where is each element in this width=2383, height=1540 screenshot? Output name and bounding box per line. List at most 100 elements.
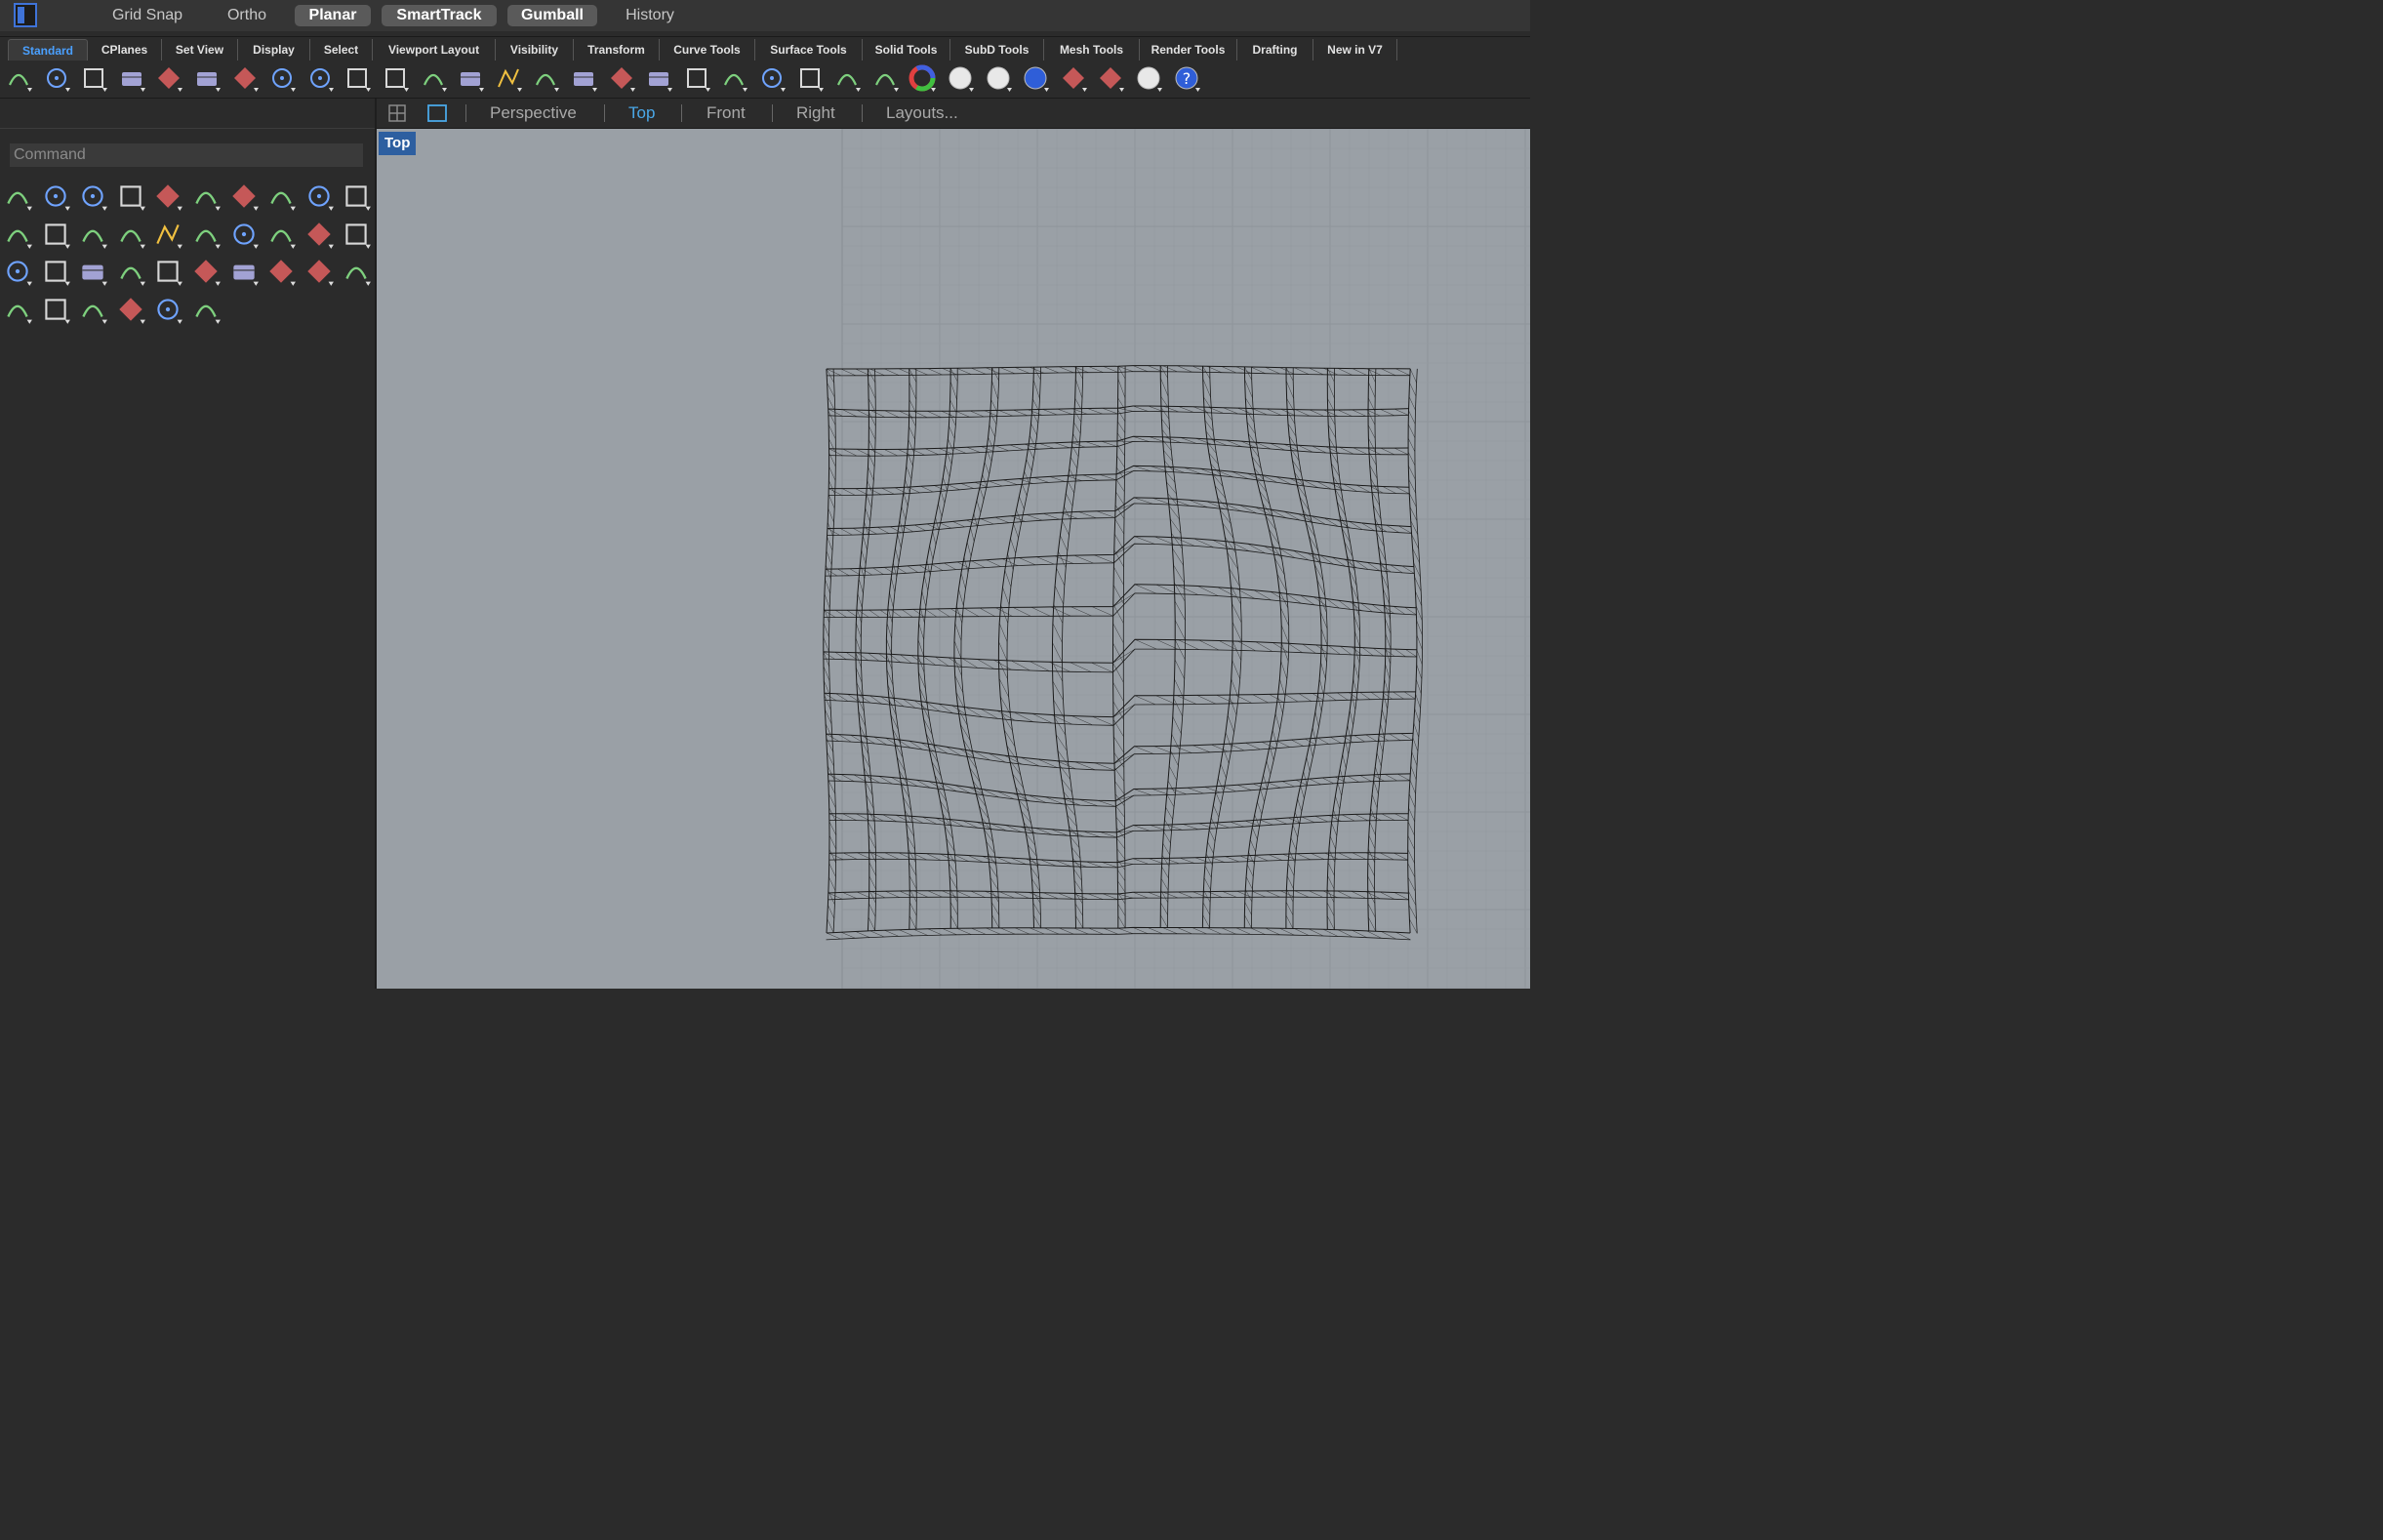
- tab-surface-tools[interactable]: Surface Tools: [755, 39, 863, 61]
- four-viewports-icon[interactable]: [607, 63, 636, 93]
- ungroup-icon[interactable]: [40, 256, 73, 289]
- wireframe-mesh[interactable]: [823, 365, 1423, 941]
- rotate-camera-icon[interactable]: [569, 63, 598, 93]
- copy-icon[interactable]: [230, 63, 260, 93]
- array-icon[interactable]: [228, 256, 262, 289]
- torus-icon[interactable]: [152, 219, 185, 252]
- box-render-icon[interactable]: [870, 63, 900, 93]
- surface-corner-icon[interactable]: [2, 219, 35, 252]
- tab-perspective[interactable]: Perspective: [490, 102, 577, 124]
- select-arrow-icon[interactable]: [2, 181, 35, 214]
- filter-icon[interactable]: [1059, 63, 1088, 93]
- tab-mesh-tools[interactable]: Mesh Tools: [1044, 39, 1140, 61]
- mirror-color-icon[interactable]: [40, 294, 73, 327]
- tab-cplanes[interactable]: CPlanes: [88, 39, 162, 61]
- polyline-icon[interactable]: [77, 181, 110, 214]
- scale-icon[interactable]: [190, 256, 223, 289]
- zoom-icon[interactable]: [419, 63, 448, 93]
- render-globe-icon[interactable]: [1134, 63, 1163, 93]
- zoom-extents-icon[interactable]: [494, 63, 523, 93]
- tab-front[interactable]: Front: [707, 102, 746, 124]
- single-viewport-icon[interactable]: [427, 103, 447, 123]
- help-icon[interactable]: ?: [1172, 63, 1201, 93]
- rectangle-icon[interactable]: [265, 181, 299, 214]
- planar-toggle[interactable]: Planar: [295, 5, 371, 26]
- open-folder-icon[interactable]: [42, 63, 71, 93]
- text-icon[interactable]: [152, 256, 185, 289]
- tab-top[interactable]: Top: [628, 102, 655, 124]
- check-icon[interactable]: [115, 294, 148, 327]
- grid-plane-icon[interactable]: [682, 63, 711, 93]
- curve-icon[interactable]: [115, 181, 148, 214]
- tab-select[interactable]: Select: [310, 39, 373, 61]
- dimension-icon[interactable]: [341, 256, 374, 289]
- surface-extrude-icon[interactable]: [40, 219, 73, 252]
- tab-display[interactable]: Display: [238, 39, 310, 61]
- sphere-wire-icon[interactable]: [946, 63, 975, 93]
- cut-icon[interactable]: [192, 63, 222, 93]
- tab-curve-tools[interactable]: Curve Tools: [660, 39, 755, 61]
- plane-surface-icon[interactable]: [190, 219, 223, 252]
- color-wheel-icon[interactable]: [908, 63, 937, 93]
- tab-set-view[interactable]: Set View: [162, 39, 238, 61]
- light-bulb-icon[interactable]: [795, 63, 825, 93]
- tab-subd-tools[interactable]: SubD Tools: [950, 39, 1044, 61]
- pan-hand-icon[interactable]: [343, 63, 372, 93]
- save-icon[interactable]: [79, 63, 108, 93]
- fillet-icon[interactable]: [115, 256, 148, 289]
- viewport-title-label[interactable]: Top: [379, 132, 417, 155]
- sphere-shaded-icon[interactable]: [984, 63, 1013, 93]
- tab-new-in-v7[interactable]: New in V7: [1313, 39, 1397, 61]
- sphere-blue-icon[interactable]: [1021, 63, 1050, 93]
- smarttrack-toggle[interactable]: SmartTrack: [382, 5, 497, 26]
- zoom-window-icon[interactable]: [456, 63, 485, 93]
- tab-drafting[interactable]: Drafting: [1237, 39, 1313, 61]
- arc-icon[interactable]: [228, 181, 262, 214]
- paste-icon[interactable]: [267, 63, 297, 93]
- edit-tag-icon[interactable]: [265, 256, 299, 289]
- mesh-shape-icon[interactable]: [152, 294, 185, 327]
- car-render-icon[interactable]: [644, 63, 673, 93]
- top-viewport[interactable]: Top: [377, 129, 1530, 989]
- zoom-selected-icon[interactable]: [531, 63, 560, 93]
- trim-icon[interactable]: [303, 219, 337, 252]
- lock-icon[interactable]: [832, 63, 862, 93]
- fillet-curve-icon[interactable]: [341, 181, 374, 214]
- grid-snap-toggle[interactable]: Grid Snap: [98, 5, 197, 26]
- sidebar-toggle-icon[interactable]: [14, 3, 37, 27]
- ellipse-icon[interactable]: [190, 181, 223, 214]
- tab-render-tools[interactable]: Render Tools: [1140, 39, 1237, 61]
- tab-viewport-layout[interactable]: Viewport Layout: [373, 39, 496, 61]
- tab-transform[interactable]: Transform: [574, 39, 660, 61]
- new-file-icon[interactable]: [4, 63, 33, 93]
- polygon-icon[interactable]: [303, 181, 337, 214]
- point-icon[interactable]: [40, 181, 73, 214]
- snap-points-icon[interactable]: [757, 63, 787, 93]
- render-mat-icon[interactable]: [77, 294, 110, 327]
- brush-paint-icon[interactable]: [190, 294, 223, 327]
- solid-box-icon[interactable]: [77, 219, 110, 252]
- transform-axes-icon[interactable]: [1096, 63, 1125, 93]
- circle-icon[interactable]: [152, 181, 185, 214]
- history-toggle[interactable]: History: [611, 5, 689, 26]
- cplane-circle-icon[interactable]: [719, 63, 748, 93]
- boolean-union-icon[interactable]: [115, 219, 148, 252]
- block-icon[interactable]: [303, 256, 337, 289]
- rotate-view-icon[interactable]: [381, 63, 410, 93]
- tab-visibility[interactable]: Visibility: [496, 39, 574, 61]
- ortho-toggle[interactable]: Ortho: [215, 5, 279, 26]
- group-icon[interactable]: [2, 256, 35, 289]
- viewport-canvas[interactable]: [377, 129, 1530, 989]
- tab-solid-tools[interactable]: Solid Tools: [863, 39, 950, 61]
- tab-standard[interactable]: Standard: [8, 39, 88, 61]
- grid-array-icon[interactable]: [2, 294, 35, 327]
- offset-curve-icon[interactable]: [77, 256, 110, 289]
- gumball-toggle[interactable]: Gumball: [507, 5, 597, 26]
- print-icon[interactable]: [117, 63, 146, 93]
- tab-layouts[interactable]: Layouts...: [886, 102, 958, 124]
- split-icon[interactable]: [341, 219, 374, 252]
- four-viewport-icon[interactable]: [388, 104, 406, 122]
- undo-icon[interactable]: [305, 63, 335, 93]
- tab-right[interactable]: Right: [796, 102, 835, 124]
- flame-extrude-icon[interactable]: [265, 219, 299, 252]
